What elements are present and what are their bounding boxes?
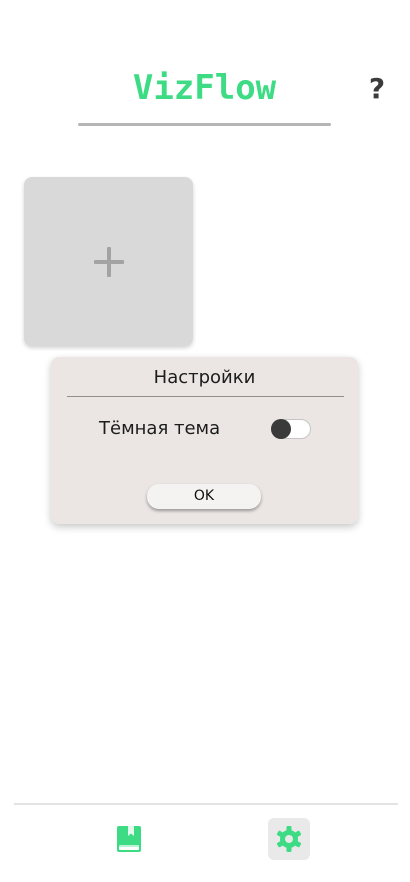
nav-projects[interactable] — [108, 818, 150, 860]
dark-theme-toggle[interactable] — [271, 419, 311, 439]
dark-theme-label: Тёмная тема — [99, 418, 221, 439]
nav-settings[interactable] — [268, 818, 310, 860]
add-project-card[interactable] — [24, 177, 193, 346]
bottom-nav-divider — [14, 803, 398, 805]
toggle-knob — [271, 419, 291, 439]
app-screen: VizFlow ? Настройки Тёмная тема OK — [0, 0, 410, 882]
plus-icon — [93, 246, 124, 277]
dialog-title: Настройки — [153, 367, 256, 388]
gear-icon — [276, 826, 302, 852]
settings-dialog: Настройки Тёмная тема OK — [51, 357, 358, 524]
ok-button[interactable]: OK — [147, 484, 261, 509]
title-underline — [78, 123, 331, 126]
book-icon — [117, 826, 141, 852]
app-title: VizFlow — [132, 68, 277, 108]
help-button[interactable]: ? — [360, 72, 394, 112]
dialog-divider — [67, 396, 344, 397]
